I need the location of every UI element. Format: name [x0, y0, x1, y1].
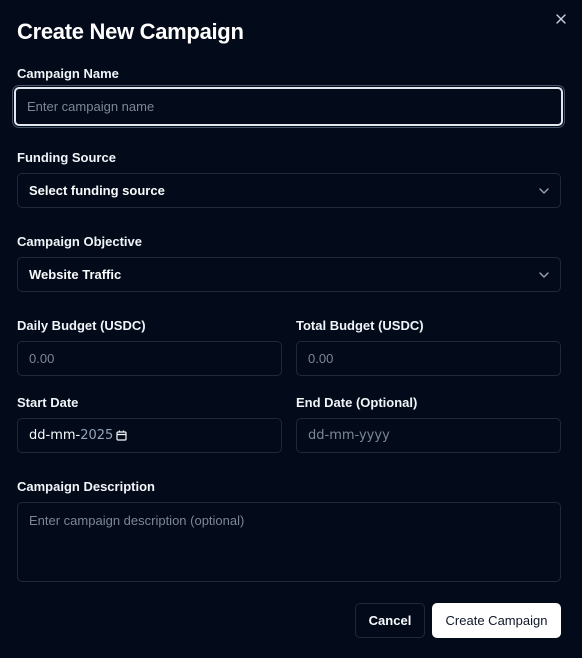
end-date-placeholder: dd-mm-yyyy [308, 428, 390, 443]
total-budget-input[interactable] [296, 341, 561, 376]
funding-source-select[interactable]: Select funding source [17, 173, 561, 208]
start-date-label: Start Date [17, 395, 79, 410]
total-budget-label: Total Budget (USDC) [296, 318, 424, 333]
dialog-title: Create New Campaign [17, 19, 244, 44]
cancel-button[interactable]: Cancel [355, 603, 425, 638]
start-date-year: 2025 [80, 428, 114, 443]
campaign-description-textarea[interactable] [17, 502, 561, 582]
funding-source-value: Select funding source [29, 183, 165, 198]
daily-budget-label: Daily Budget (USDC) [17, 318, 146, 333]
calendar-icon[interactable] [116, 430, 127, 441]
campaign-objective-value: Website Traffic [29, 267, 122, 282]
end-date-input[interactable]: dd-mm-yyyy [296, 418, 561, 453]
end-date-label: End Date (Optional) [296, 395, 418, 410]
create-campaign-button[interactable]: Create Campaign [432, 603, 561, 638]
close-button[interactable] [553, 11, 569, 27]
campaign-description-label: Campaign Description [17, 479, 155, 494]
campaign-objective-label: Campaign Objective [17, 234, 142, 249]
funding-source-label: Funding Source [17, 150, 116, 165]
daily-budget-input[interactable] [17, 341, 282, 376]
chevron-down-icon [539, 187, 549, 194]
campaign-name-label: Campaign Name [17, 66, 119, 81]
close-icon [556, 14, 566, 24]
start-date-day-month: dd-mm- [29, 428, 81, 443]
chevron-down-icon [539, 271, 549, 278]
campaign-name-input[interactable] [14, 87, 563, 126]
start-date-input[interactable]: dd-mm- 2025 [17, 418, 282, 453]
campaign-objective-select[interactable]: Website Traffic [17, 257, 561, 292]
create-campaign-dialog: Create New Campaign Campaign Name Fundin… [0, 0, 582, 658]
